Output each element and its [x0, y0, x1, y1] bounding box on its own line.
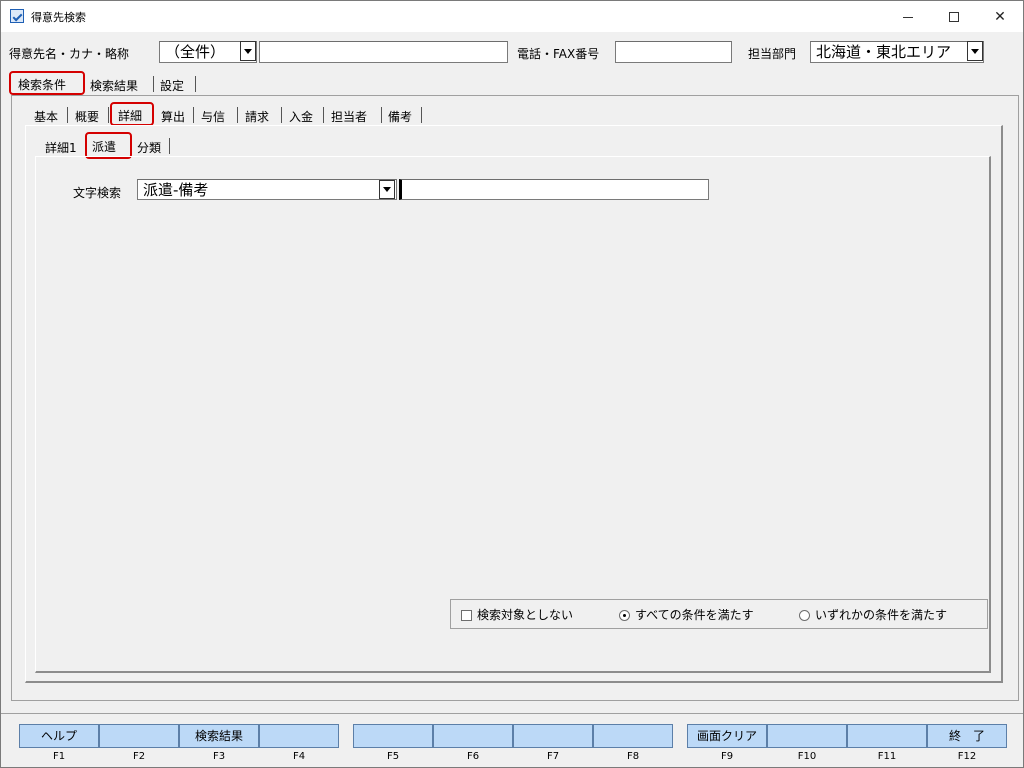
dispatch-panel	[35, 156, 991, 673]
f10-key-label: F10	[797, 751, 817, 762]
chevron-down-icon	[383, 187, 391, 192]
f6-button[interactable]	[433, 724, 513, 748]
text-search-field-value: 派遣-備考	[143, 181, 209, 199]
tab-credit[interactable]: 与信	[201, 108, 225, 125]
department-select[interactable]: 北海道・東北エリア	[810, 41, 984, 63]
app-icon	[10, 9, 24, 23]
phone-fax-label: 電話・FAX番号	[517, 47, 600, 61]
f1-key-label: F1	[52, 751, 66, 762]
match-all-label: すべての条件を満たす	[635, 608, 754, 622]
minimize-icon	[903, 17, 913, 18]
tab-calculation[interactable]: 算出	[161, 108, 185, 125]
exclude-label: 検索対象としない	[477, 608, 574, 622]
tab-overview[interactable]: 概要	[75, 108, 99, 125]
name-mode-dropdown-button[interactable]	[240, 41, 256, 61]
f11-button[interactable]	[847, 724, 927, 748]
phone-fax-input[interactable]	[615, 41, 732, 63]
f9-clear-screen-button[interactable]: 画面クリア	[687, 724, 767, 748]
tab-details[interactable]: 詳細	[118, 107, 142, 124]
search-row: 得意先名・カナ・略称 （全件） 電話・FAX番号 担当部門 北海道・東北エリア	[1, 40, 1023, 64]
tab-search-conditions[interactable]: 検索条件	[18, 76, 66, 93]
f6-key-label: F6	[466, 751, 480, 762]
tab-search-results[interactable]: 検索結果	[90, 77, 138, 94]
f8-button[interactable]	[593, 724, 673, 748]
search-options-group: 検索対象としない すべての条件を満たす いずれかの条件を満たす	[450, 599, 988, 629]
f12-key-label: F12	[957, 751, 977, 762]
tab-separator	[169, 138, 170, 154]
customer-name-input[interactable]	[259, 41, 508, 63]
maximize-button[interactable]	[931, 1, 977, 32]
match-any-label: いずれかの条件を満たす	[815, 608, 948, 622]
name-mode-value: （全件）	[165, 43, 226, 61]
f5-key-label: F5	[386, 751, 400, 762]
tab-separator	[323, 107, 324, 123]
department-dropdown-button[interactable]	[967, 41, 983, 61]
tab-separator	[237, 107, 238, 123]
department-label: 担当部門	[748, 47, 797, 61]
text-search-field-select[interactable]: 派遣-備考	[137, 179, 397, 200]
f9-key-label: F9	[720, 751, 734, 762]
f8-key-label: F8	[626, 751, 640, 762]
tab-separator	[108, 107, 109, 123]
tab-notes[interactable]: 備考	[388, 108, 412, 125]
app-window: 得意先検索 ✕ 得意先名・カナ・略称 （全件） 電話・FAX番号 担当部門 北海…	[0, 0, 1024, 768]
match-any-radio[interactable]	[799, 610, 810, 621]
tab-separator	[281, 107, 282, 123]
f2-key-label: F2	[132, 751, 146, 762]
close-button[interactable]: ✕	[977, 1, 1023, 32]
chevron-down-icon	[244, 48, 252, 54]
tab-dispatch[interactable]: 派遣	[92, 138, 116, 155]
text-search-label: 文字検索	[73, 186, 122, 200]
f2-button[interactable]	[99, 724, 179, 748]
match-all-radio[interactable]	[619, 610, 630, 621]
tab-basic[interactable]: 基本	[34, 108, 58, 125]
f10-button[interactable]	[767, 724, 847, 748]
tab-separator	[195, 76, 196, 92]
f1-help-button[interactable]: ヘルプ	[19, 724, 99, 748]
window-title: 得意先検索	[31, 11, 86, 24]
f4-button[interactable]	[259, 724, 339, 748]
minimize-button[interactable]	[885, 1, 931, 32]
f12-exit-button[interactable]: 終 了	[927, 724, 1007, 748]
text-search-input[interactable]	[399, 179, 709, 200]
tab-separator	[421, 107, 422, 123]
f4-key-label: F4	[292, 751, 306, 762]
function-key-bar: ヘルプ 検索結果 画面クリア 終 了 F1 F2 F3 F4 F5 F6 F7 …	[1, 713, 1023, 767]
f5-button[interactable]	[353, 724, 433, 748]
f11-key-label: F11	[877, 751, 897, 762]
f7-key-label: F7	[546, 751, 560, 762]
text-search-field-dropdown-button[interactable]	[379, 180, 395, 199]
tab-separator	[381, 107, 382, 123]
tab-billing[interactable]: 請求	[245, 108, 269, 125]
f3-key-label: F3	[212, 751, 226, 762]
maximize-icon	[949, 11, 959, 22]
close-icon: ✕	[994, 8, 1006, 25]
tab-separator	[193, 107, 194, 123]
tab-separator	[67, 107, 68, 123]
tab-details-1[interactable]: 詳細1	[45, 139, 77, 156]
f3-search-results-button[interactable]: 検索結果	[179, 724, 259, 748]
tab-settings[interactable]: 設定	[160, 77, 184, 94]
title-bar: 得意先検索 ✕	[1, 1, 1023, 32]
customer-name-label: 得意先名・カナ・略称	[9, 47, 130, 61]
chevron-down-icon	[971, 48, 979, 54]
tab-payment[interactable]: 入金	[289, 108, 313, 125]
tab-separator	[153, 76, 154, 92]
tab-classification[interactable]: 分類	[137, 139, 161, 156]
exclude-checkbox[interactable]	[461, 610, 472, 621]
department-value: 北海道・東北エリア	[816, 43, 952, 61]
tab-person-in-charge[interactable]: 担当者	[331, 108, 367, 125]
f7-button[interactable]	[513, 724, 593, 748]
